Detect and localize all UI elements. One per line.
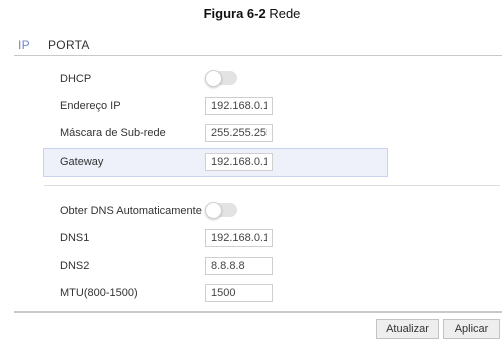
mtu-row: MTU(800-1500) (0, 284, 504, 304)
section-divider (44, 185, 500, 186)
gateway-input[interactable] (205, 153, 273, 171)
dns1-input[interactable] (205, 229, 273, 247)
dns1-label: DNS1 (60, 232, 90, 244)
dhcp-row: DHCP (0, 70, 504, 90)
toggle-knob (205, 202, 222, 219)
ip-address-row: Endereço IP (0, 97, 504, 117)
ip-address-label: Endereço IP (60, 100, 121, 112)
dhcp-toggle[interactable] (205, 70, 237, 87)
refresh-button[interactable]: Atualizar (376, 319, 439, 339)
gateway-label: Gateway (60, 156, 104, 168)
footer-divider (14, 311, 502, 313)
tab-ip[interactable]: IP (18, 38, 30, 52)
apply-button[interactable]: Aplicar (443, 319, 500, 339)
subnet-mask-input[interactable] (205, 124, 273, 142)
gateway-row: Gateway (0, 153, 504, 173)
dns1-row: DNS1 (0, 229, 504, 249)
tab-porta[interactable]: PORTA (48, 38, 90, 52)
auto-dns-row: Obter DNS Automaticamente (0, 202, 504, 222)
mtu-input[interactable] (205, 284, 273, 302)
figure-title: Rede (269, 6, 301, 21)
dns2-label: DNS2 (60, 260, 90, 272)
auto-dns-label: Obter DNS Automaticamente (60, 205, 202, 217)
dns2-input[interactable] (205, 257, 273, 275)
figure-number: Figura 6-2 (203, 6, 266, 21)
mtu-label: MTU(800-1500) (60, 287, 138, 299)
dhcp-label: DHCP (60, 73, 92, 85)
tab-divider (14, 55, 502, 56)
figure-caption: Figura 6-2 Rede (0, 6, 504, 21)
auto-dns-toggle[interactable] (205, 202, 237, 219)
ip-address-input[interactable] (205, 97, 273, 115)
dns2-row: DNS2 (0, 257, 504, 277)
subnet-mask-row: Máscara de Sub-rede (0, 124, 504, 144)
toggle-knob (205, 70, 222, 87)
subnet-mask-label: Máscara de Sub-rede (60, 127, 166, 139)
